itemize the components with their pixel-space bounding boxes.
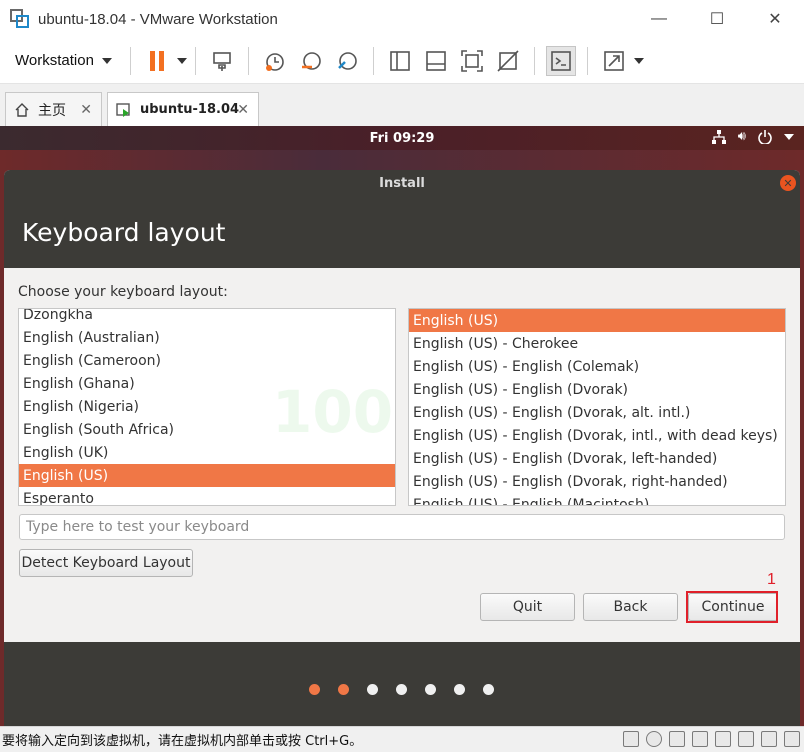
snapshot-manager-icon <box>338 51 357 70</box>
sound-card-icon[interactable] <box>715 731 731 747</box>
status-bar: 要将输入定向到该虚拟机，请在虚拟机内部单击或按 Ctrl+G。 <box>0 726 804 752</box>
list-item[interactable]: English (US) - English (Colemak) <box>409 355 785 378</box>
status-message: 要将输入定向到该虚拟机，请在虚拟机内部单击或按 Ctrl+G。 <box>2 734 363 749</box>
list-item[interactable]: English (US) - English (Dvorak, right-ha… <box>409 470 785 493</box>
maximize-button[interactable]: ☐ <box>688 0 746 38</box>
stretch-arrow-icon <box>604 50 624 71</box>
progress-dot <box>338 684 349 695</box>
annotation-highlight-box <box>686 591 778 623</box>
pause-button[interactable] <box>142 46 172 76</box>
stretch-dropdown-icon[interactable] <box>633 57 644 64</box>
tab-home[interactable]: 主页 ✕ <box>5 92 102 126</box>
snapshot-manager-button[interactable] <box>332 46 362 76</box>
list-item-selected[interactable]: English (US) <box>19 464 395 487</box>
cd-drive-icon[interactable] <box>646 731 662 747</box>
console-view-button[interactable] <box>545 45 576 76</box>
fullscreen-frame-icon <box>461 49 483 72</box>
progress-dot <box>396 684 407 695</box>
annotation-number: 1 <box>767 571 776 588</box>
hard-disk-icon[interactable] <box>623 731 639 747</box>
close-icon[interactable]: ✕ <box>780 175 796 191</box>
installer-footer <box>4 642 800 726</box>
list-item[interactable]: English (US) - English (Dvorak, left-han… <box>409 447 785 470</box>
toolbar: Workstation <box>0 38 804 84</box>
list-item[interactable]: Dzongkha <box>19 309 395 326</box>
revert-snapshot-button[interactable] <box>296 46 326 76</box>
show-library-button[interactable] <box>385 46 415 76</box>
snapshot-clock-icon <box>265 52 284 71</box>
sidebar-layout-icon <box>390 50 410 71</box>
installer-title: Install <box>379 175 425 191</box>
revert-clock-icon <box>301 51 321 70</box>
unity-disabled-icon <box>497 49 519 72</box>
list-item[interactable]: English (Cameroon) <box>19 349 395 372</box>
list-item-selected[interactable]: English (US) <box>409 309 785 332</box>
ubuntu-top-panel: Fri 09:29 🔊︎ <box>0 126 804 150</box>
list-item[interactable]: English (US) - English (Dvorak) <box>409 378 785 401</box>
variant-list[interactable]: English (US) English (US) - Cherokee Eng… <box>408 308 786 506</box>
tab-ubuntu-vm[interactable]: ubuntu-18.04 ✕ <box>107 92 259 126</box>
printer-icon[interactable] <box>738 731 754 747</box>
watermark: 100 <box>272 378 394 446</box>
list-item[interactable]: English (US) - English (Dvorak, intl., w… <box>409 424 785 447</box>
installer-window: Install ✕ Keyboard layout Choose your ke… <box>4 170 800 726</box>
list-item[interactable]: English (US) - English (Dvorak, alt. int… <box>409 401 785 424</box>
workstation-menu-label: Workstation <box>15 52 94 69</box>
close-button[interactable]: ✕ <box>746 0 804 38</box>
list-item[interactable]: English (Australian) <box>19 326 395 349</box>
power-dropdown-icon[interactable] <box>176 57 187 64</box>
message-icon[interactable] <box>784 731 800 747</box>
volume-icon[interactable]: 🔊︎ <box>738 129 746 144</box>
tab-bar: 主页 ✕ ubuntu-18.04 ✕ <box>0 84 804 126</box>
list-item[interactable]: Esperanto <box>19 487 395 506</box>
close-icon[interactable]: ✕ <box>80 102 92 118</box>
window-title: ubuntu-18.04 - VMware Workstation <box>38 10 278 28</box>
close-icon[interactable]: ✕ <box>237 102 249 118</box>
bottom-bar-layout-icon <box>426 50 446 71</box>
network-adapter-icon[interactable] <box>669 731 685 747</box>
vmware-app-icon <box>10 9 30 29</box>
full-screen-button[interactable] <box>457 46 487 76</box>
page-title: Keyboard layout <box>4 196 800 268</box>
home-icon <box>15 102 29 117</box>
unity-mode-button[interactable] <box>493 46 523 76</box>
workstation-menu[interactable]: Workstation <box>15 52 112 69</box>
thumbnail-bar-button[interactable] <box>421 46 451 76</box>
progress-dot <box>425 684 436 695</box>
quit-button[interactable]: Quit <box>480 593 575 621</box>
progress-dot <box>483 684 494 695</box>
power-icon[interactable] <box>758 129 772 144</box>
panel-clock[interactable]: Fri 09:29 <box>370 131 435 146</box>
installer-body: Choose your keyboard layout: Dzongkha En… <box>4 268 800 642</box>
choose-layout-label: Choose your keyboard layout: <box>18 284 228 300</box>
progress-dots <box>309 684 494 695</box>
network-icon[interactable] <box>711 129 726 144</box>
minimize-button[interactable]: — <box>630 0 688 38</box>
terminal-icon <box>551 50 571 71</box>
send-ctrl-alt-del-button[interactable] <box>207 46 237 76</box>
vm-running-icon <box>116 102 130 117</box>
pause-icon <box>149 50 164 71</box>
list-item[interactable]: English (US) - Cherokee <box>409 332 785 355</box>
back-button[interactable]: Back <box>583 593 678 621</box>
usb-icon[interactable] <box>692 731 708 747</box>
stretch-view-button[interactable] <box>599 46 629 76</box>
chevron-down-icon[interactable] <box>784 133 794 140</box>
tab-label: 主页 <box>38 102 66 119</box>
progress-dot <box>309 684 320 695</box>
computer-send-icon <box>213 51 231 71</box>
title-bar: ubuntu-18.04 - VMware Workstation — ☐ ✕ <box>0 0 804 38</box>
detect-keyboard-button[interactable]: Detect Keyboard Layout <box>19 549 193 577</box>
chevron-down-icon <box>101 57 112 64</box>
tab-label: ubuntu-18.04 <box>140 102 240 117</box>
installer-title-bar: Install ✕ <box>4 170 800 196</box>
list-item[interactable]: English (US) - English (Macintosh) <box>409 493 785 506</box>
progress-dot <box>454 684 465 695</box>
vm-display[interactable]: Fri 09:29 🔊︎ Install ✕ Keyboard layout C… <box>0 126 804 726</box>
keyboard-test-input[interactable] <box>19 514 785 540</box>
take-snapshot-button[interactable] <box>260 46 290 76</box>
display-icon[interactable] <box>761 731 777 747</box>
progress-dot <box>367 684 378 695</box>
